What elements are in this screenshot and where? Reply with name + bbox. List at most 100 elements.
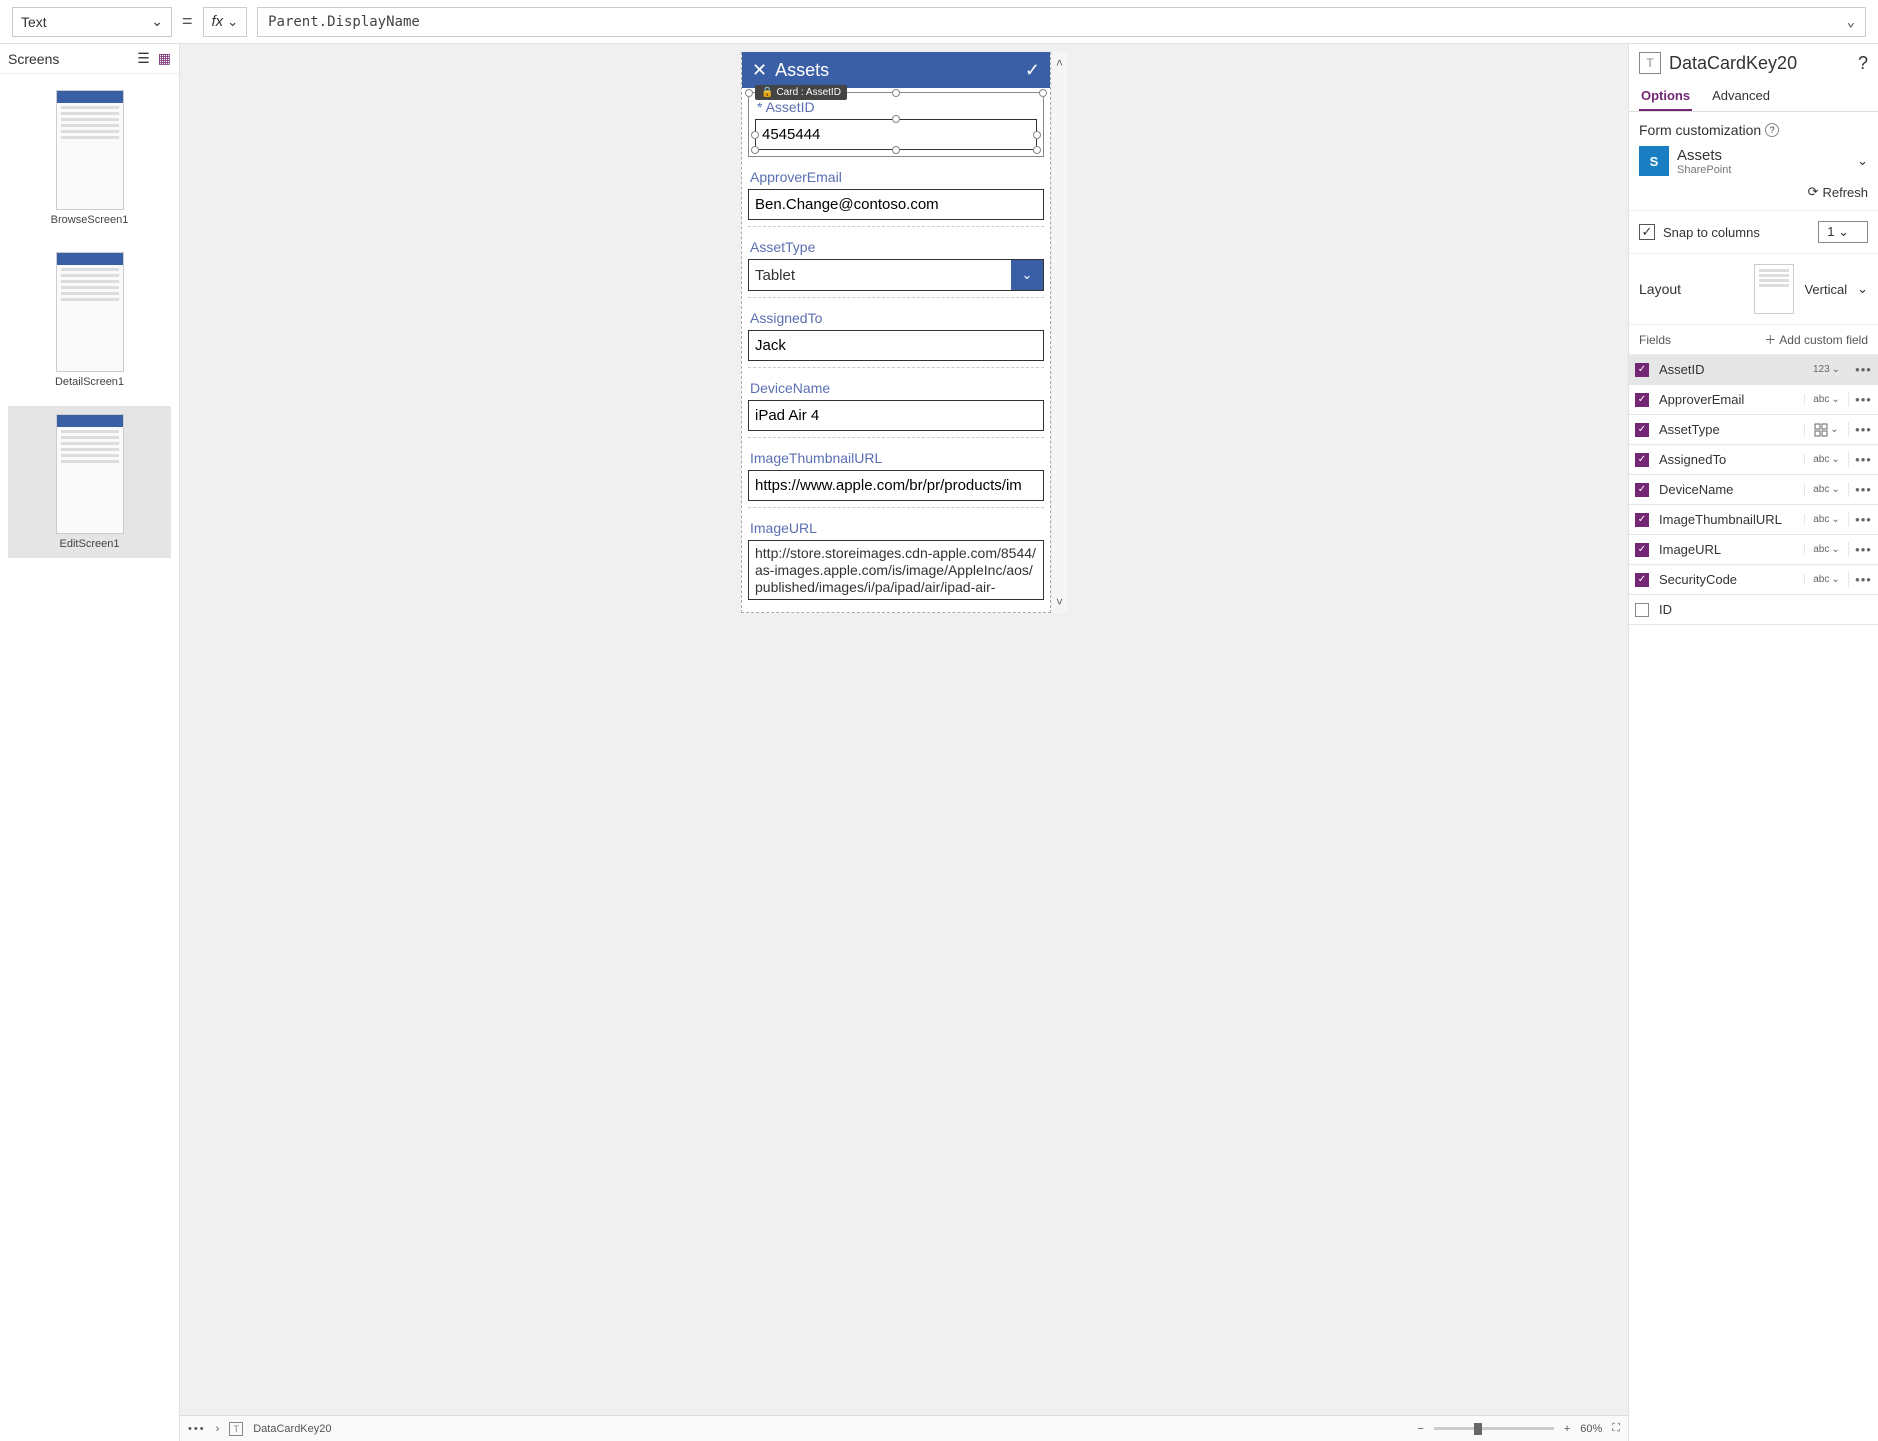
field-checkbox[interactable]: ✓ [1629,543,1655,557]
field-type-selector[interactable]: abc ⌄ [1804,514,1848,525]
chevron-down-icon[interactable]: ⌄ [1857,281,1868,297]
more-icon[interactable]: ••• [188,1423,206,1435]
imgurl-input[interactable]: http://store.storeimages.cdn-apple.com/8… [748,540,1044,600]
chevron-down-icon[interactable]: ⌄ [1857,153,1868,169]
zoom-slider[interactable] [1434,1427,1554,1430]
snap-label: Snap to columns [1663,225,1760,240]
field-more-button[interactable]: ••• [1848,362,1878,377]
card-label: AssignedTo [748,310,1044,326]
card-assetid[interactable]: 🔒 Card : AssetID * AssetID [748,92,1044,157]
field-more-button[interactable]: ••• [1848,482,1878,497]
close-icon[interactable]: ✕ [752,60,767,81]
tab-advanced[interactable]: Advanced [1710,82,1772,111]
list-view-icon[interactable]: ☰ [137,50,150,67]
field-type-selector[interactable]: abc ⌄ [1804,394,1848,405]
screen-thumb-edit[interactable]: EditScreen1 [8,406,171,558]
field-more-button[interactable]: ••• [1848,392,1878,407]
status-bar: ••• › T DataCardKey20 − + 60% ⛶ [180,1415,1628,1441]
field-more-button[interactable]: ••• [1848,422,1878,437]
zoom-out-button[interactable]: − [1417,1423,1423,1435]
property-dropdown[interactable]: Text ⌄ [12,7,172,37]
approveremail-input[interactable] [748,189,1044,220]
tab-options[interactable]: Options [1639,82,1692,111]
datasource-provider: SharePoint [1677,164,1731,176]
help-icon[interactable]: ? [1765,123,1779,137]
card-assignedto[interactable]: AssignedTo [748,306,1044,368]
card-label: AssetType [748,239,1044,255]
field-checkbox[interactable]: ✓ [1629,363,1655,377]
fx-button[interactable]: fx ⌄ [203,7,248,37]
sharepoint-icon: S [1639,146,1669,176]
scroll-down-icon[interactable]: ˅ [1052,591,1067,613]
field-row[interactable]: ✓AssetType ⌄ ••• [1629,415,1878,445]
help-icon[interactable]: ? [1858,53,1868,74]
screen-thumb-detail[interactable]: DetailScreen1 [8,244,171,396]
field-type-selector[interactable]: abc ⌄ [1804,484,1848,495]
accept-icon[interactable]: ✓ [1025,60,1040,81]
assignedto-input[interactable] [748,330,1044,361]
card-imgthumb[interactable]: ImageThumbnailURL [748,446,1044,508]
card-imgurl[interactable]: ImageURL http://store.storeimages.cdn-ap… [748,516,1044,606]
field-type-selector[interactable]: abc ⌄ [1804,574,1848,585]
field-type-selector[interactable]: ⌄ [1804,423,1848,437]
screen-thumb-browse[interactable]: BrowseScreen1 [8,82,171,234]
snap-checkbox[interactable]: ✓ [1639,224,1655,240]
zoom-in-button[interactable]: + [1564,1423,1570,1435]
field-row[interactable]: ✓ApproverEmailabc ⌄••• [1629,385,1878,415]
field-checkbox[interactable]: ✓ [1629,453,1655,467]
field-row[interactable]: ✓AssignedToabc ⌄••• [1629,445,1878,475]
formula-input[interactable]: Parent.DisplayName ⌄ [257,7,1866,37]
datasource-row[interactable]: S Assets SharePoint ⌄ [1639,146,1868,176]
chevron-down-icon: ⌄ [1830,424,1838,435]
assettype-select[interactable]: Tablet ⌄ [748,259,1044,291]
properties-pane: T DataCardKey20 ? Options Advanced Form … [1628,44,1878,1441]
fields-header: Fields ＋ Add custom field [1629,325,1878,355]
layout-thumb-icon [1754,264,1794,314]
devicename-input[interactable] [748,400,1044,431]
add-custom-field-button[interactable]: ＋ Add custom field [1764,331,1868,348]
field-checkbox[interactable]: ✓ [1629,573,1655,587]
field-name: ApproverEmail [1655,392,1804,407]
refresh-icon[interactable]: ⟳ [1808,184,1819,200]
field-checkbox[interactable]: ✓ [1629,483,1655,497]
field-row[interactable]: ✓ImageURLabc ⌄••• [1629,535,1878,565]
field-checkbox[interactable]: ✓ [1629,393,1655,407]
screen-thumbnails: BrowseScreen1 DetailScreen1 EditScreen1 [0,74,179,566]
field-checkbox[interactable]: ✓ [1629,423,1655,437]
field-type-selector[interactable]: abc ⌄ [1804,454,1848,465]
screen-thumb-label: EditScreen1 [60,538,120,550]
canvas-scrollbar[interactable]: ˄ ˅ [1051,52,1067,613]
tooltip-text: Card : AssetID [776,87,840,98]
field-row[interactable]: ✓SecurityCodeabc ⌄••• [1629,565,1878,595]
grid-view-icon[interactable]: ▦ [158,50,171,67]
field-more-button[interactable]: ••• [1848,572,1878,587]
canvas-viewport[interactable]: ✕ Assets ✓ 🔒 Card : AssetID [180,44,1628,1415]
chevron-down-icon[interactable]: ⌄ [1011,260,1043,290]
field-more-button[interactable]: ••• [1848,542,1878,557]
scroll-up-icon[interactable]: ˄ [1052,52,1067,74]
refresh-label[interactable]: Refresh [1822,185,1868,200]
field-checkbox[interactable] [1629,603,1655,617]
fit-screen-icon[interactable]: ⛶ [1612,1422,1620,1435]
chevron-down-icon: ⌄ [1831,514,1839,525]
chevron-down-icon: ⌄ [1832,364,1840,375]
field-type-selector[interactable]: 123 ⌄ [1804,364,1848,375]
fields-label: Fields [1639,333,1671,347]
field-row[interactable]: ✓ImageThumbnailURLabc ⌄••• [1629,505,1878,535]
field-name: AssetType [1655,422,1804,437]
breadcrumb-element[interactable]: DataCardKey20 [253,1423,331,1435]
field-type-selector[interactable]: abc ⌄ [1804,544,1848,555]
card-approveremail[interactable]: ApproverEmail [748,165,1044,227]
imgthumb-input[interactable] [748,470,1044,501]
card-devicename[interactable]: DeviceName [748,376,1044,438]
snap-columns-select[interactable]: 1 ⌄ [1818,221,1868,243]
field-more-button[interactable]: ••• [1848,512,1878,527]
card-assettype[interactable]: AssetType Tablet ⌄ [748,235,1044,298]
field-row[interactable]: ✓DeviceNameabc ⌄••• [1629,475,1878,505]
field-row[interactable]: ✓AssetID123 ⌄••• [1629,355,1878,385]
field-checkbox[interactable]: ✓ [1629,513,1655,527]
field-more-button[interactable]: ••• [1848,452,1878,467]
field-row[interactable]: ID [1629,595,1878,625]
breadcrumb-nav-icon[interactable]: › [216,1423,220,1435]
formula-text: Parent.DisplayName [268,14,420,30]
